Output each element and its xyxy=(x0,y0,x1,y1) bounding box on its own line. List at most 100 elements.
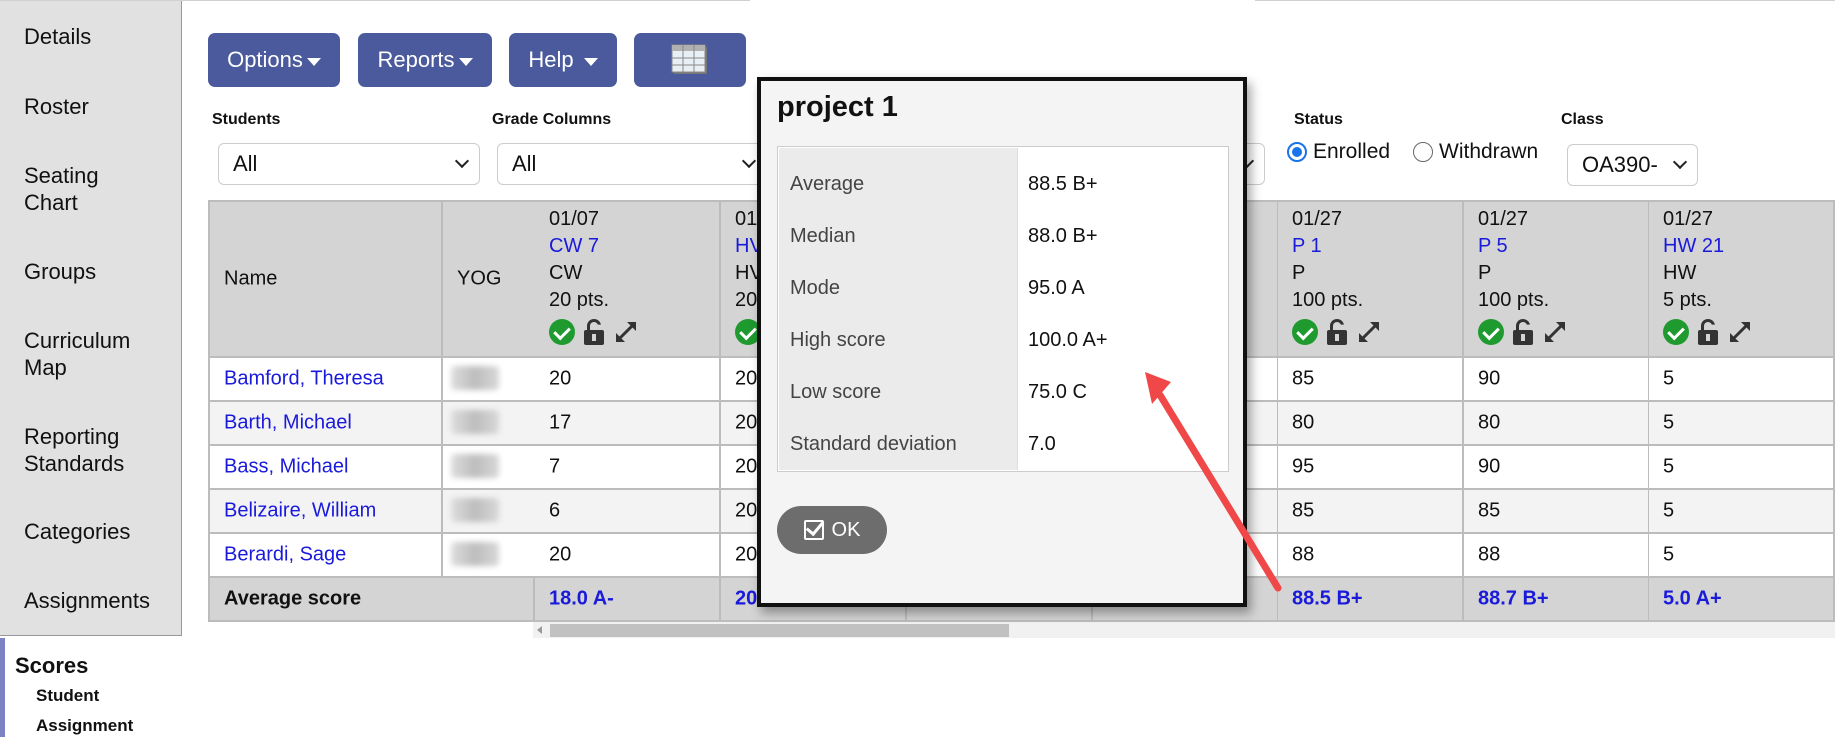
unlock-icon[interactable] xyxy=(1326,318,1348,346)
assignment-points: 5 pts. xyxy=(1663,289,1712,311)
score-cell[interactable]: 85 xyxy=(1464,490,1650,534)
check-circle-icon[interactable] xyxy=(1478,319,1504,345)
score-value: 5 xyxy=(1663,411,1675,434)
score-cell[interactable]: 7 xyxy=(535,446,721,490)
unlock-icon[interactable] xyxy=(583,318,605,346)
assignment-points: 20 pts. xyxy=(549,289,610,311)
score-cell[interactable]: 95 xyxy=(1278,446,1464,490)
expand-icon[interactable] xyxy=(1356,319,1382,345)
caret-down-icon xyxy=(306,58,321,66)
check-circle-icon[interactable] xyxy=(1663,319,1689,345)
student-name-link[interactable]: Bass, Michael xyxy=(224,456,349,479)
score-cell[interactable]: 17 xyxy=(535,402,721,446)
sidebar-item-assignments[interactable]: Assignments xyxy=(24,587,150,614)
column-average-link[interactable]: 88.5 B+ xyxy=(1292,588,1363,611)
assignment-points: 100 pts. xyxy=(1292,289,1364,311)
student-name-link[interactable]: Belizaire, William xyxy=(224,500,376,523)
sidebar-item-details[interactable]: Details xyxy=(24,23,91,50)
score-cell[interactable]: 90 xyxy=(1464,358,1650,402)
assignment-link[interactable]: CW 7 xyxy=(549,235,599,257)
scroll-left-arrow-icon[interactable] xyxy=(537,626,542,634)
assignment-date: 01/07 xyxy=(549,208,600,230)
sidebar-item-reporting-standards[interactable]: Reporting Standards xyxy=(24,423,164,477)
blurred-yog-value xyxy=(451,498,499,522)
assignment-column-header: 01/07 CW 7 CW 20 pts. xyxy=(535,202,721,358)
grade-columns-select[interactable]: All xyxy=(497,143,767,185)
score-cell[interactable]: 85 xyxy=(1278,490,1464,534)
help-menu-button[interactable]: Help xyxy=(509,33,617,87)
score-cell[interactable]: 80 xyxy=(1464,402,1650,446)
score-value: 85 xyxy=(1478,499,1501,522)
sidebar-item-groups[interactable]: Groups xyxy=(24,258,96,285)
score-cell[interactable]: 5 xyxy=(1649,402,1835,446)
score-cell[interactable]: 20 xyxy=(535,358,721,402)
blurred-yog-value xyxy=(451,410,499,434)
assignment-link[interactable]: HW 21 xyxy=(1663,235,1724,257)
status-withdrawn-radio[interactable]: Withdrawn xyxy=(1413,140,1538,164)
unlock-icon[interactable] xyxy=(1697,318,1719,346)
students-select-value: All xyxy=(233,151,258,176)
sidebar-item-seating-chart[interactable]: Seating Chart xyxy=(24,162,144,216)
assignment-points: 100 pts. xyxy=(1478,289,1550,311)
score-cell[interactable]: 6 xyxy=(535,490,721,534)
yog-column-header[interactable]: YOG xyxy=(443,202,537,358)
reports-menu-button[interactable]: Reports xyxy=(358,33,492,87)
options-menu-button[interactable]: Options xyxy=(208,33,340,87)
sidebar-item-curriculum-map[interactable]: Curriculum Map xyxy=(24,327,164,381)
chevron-down-icon xyxy=(1672,154,1688,170)
status-enrolled-radio[interactable]: Enrolled xyxy=(1287,140,1390,164)
score-cell[interactable]: 90 xyxy=(1464,446,1650,490)
students-select[interactable]: All xyxy=(218,143,480,185)
score-cell[interactable]: 85 xyxy=(1278,358,1464,402)
expand-icon[interactable] xyxy=(613,319,639,345)
expand-icon[interactable] xyxy=(1727,319,1753,345)
expand-icon[interactable] xyxy=(1542,319,1568,345)
table-view-button[interactable] xyxy=(634,33,746,87)
name-column-header[interactable]: Name xyxy=(210,202,443,358)
check-circle-icon[interactable] xyxy=(1292,319,1318,345)
score-cell[interactable]: 5 xyxy=(1649,446,1835,490)
sidebar-item-categories[interactable]: Categories xyxy=(24,518,130,545)
score-cell[interactable]: 88 xyxy=(1278,534,1464,578)
score-value: 5 xyxy=(1663,367,1675,390)
ok-button[interactable]: OK xyxy=(777,506,887,554)
score-cell[interactable]: 80 xyxy=(1278,402,1464,446)
sidebar-subitem-assignment[interactable]: Assignment xyxy=(36,716,133,736)
score-cell[interactable]: 88 xyxy=(1464,534,1650,578)
unlock-icon[interactable] xyxy=(1512,318,1534,346)
score-value: 6 xyxy=(549,499,561,522)
stat-row: Median 88.0 B+ xyxy=(778,213,1228,263)
horizontal-scrollbar[interactable] xyxy=(533,622,1835,638)
sidebar-section-scores[interactable]: Scores xyxy=(15,653,88,679)
scrollbar-thumb[interactable] xyxy=(550,624,1009,637)
student-name-cell: Bass, Michael xyxy=(210,446,443,490)
score-cell[interactable]: 5 xyxy=(1649,358,1835,402)
sidebar-subitem-student[interactable]: Student xyxy=(36,686,99,706)
score-value: 85 xyxy=(1292,499,1315,522)
student-name-link[interactable]: Berardi, Sage xyxy=(224,544,346,567)
score-cell[interactable]: 20 xyxy=(535,534,721,578)
column-average-link[interactable]: 5.0 A+ xyxy=(1663,588,1722,611)
reports-label: Reports xyxy=(377,47,455,72)
student-name-link[interactable]: Bamford, Theresa xyxy=(224,368,384,391)
score-cell[interactable]: 5 xyxy=(1649,534,1835,578)
blurred-yog-value xyxy=(451,542,499,566)
stat-row: High score 100.0 A+ xyxy=(778,317,1228,367)
lock-body xyxy=(1698,330,1718,345)
sidebar-item-roster[interactable]: Roster xyxy=(24,93,89,120)
check-circle-icon[interactable] xyxy=(549,319,575,345)
assignment-link[interactable]: P 5 xyxy=(1478,235,1508,257)
class-select[interactable]: OA390- xyxy=(1567,144,1698,186)
score-cell[interactable]: 5 xyxy=(1649,490,1835,534)
stat-row: Low score 75.0 C xyxy=(778,369,1228,419)
assignment-header-icons xyxy=(1478,318,1568,346)
column-average-link[interactable]: 88.7 B+ xyxy=(1478,588,1549,611)
student-name-link[interactable]: Barth, Michael xyxy=(224,412,352,435)
stat-row: Mode 95.0 A xyxy=(778,265,1228,315)
assignment-header-icons xyxy=(1663,318,1753,346)
column-average-link[interactable]: 18.0 A- xyxy=(549,588,614,611)
assignment-link[interactable]: P 1 xyxy=(1292,235,1322,257)
score-value: 7 xyxy=(549,455,561,478)
student-name-cell: Berardi, Sage xyxy=(210,534,443,578)
score-value: 20 xyxy=(735,367,758,390)
